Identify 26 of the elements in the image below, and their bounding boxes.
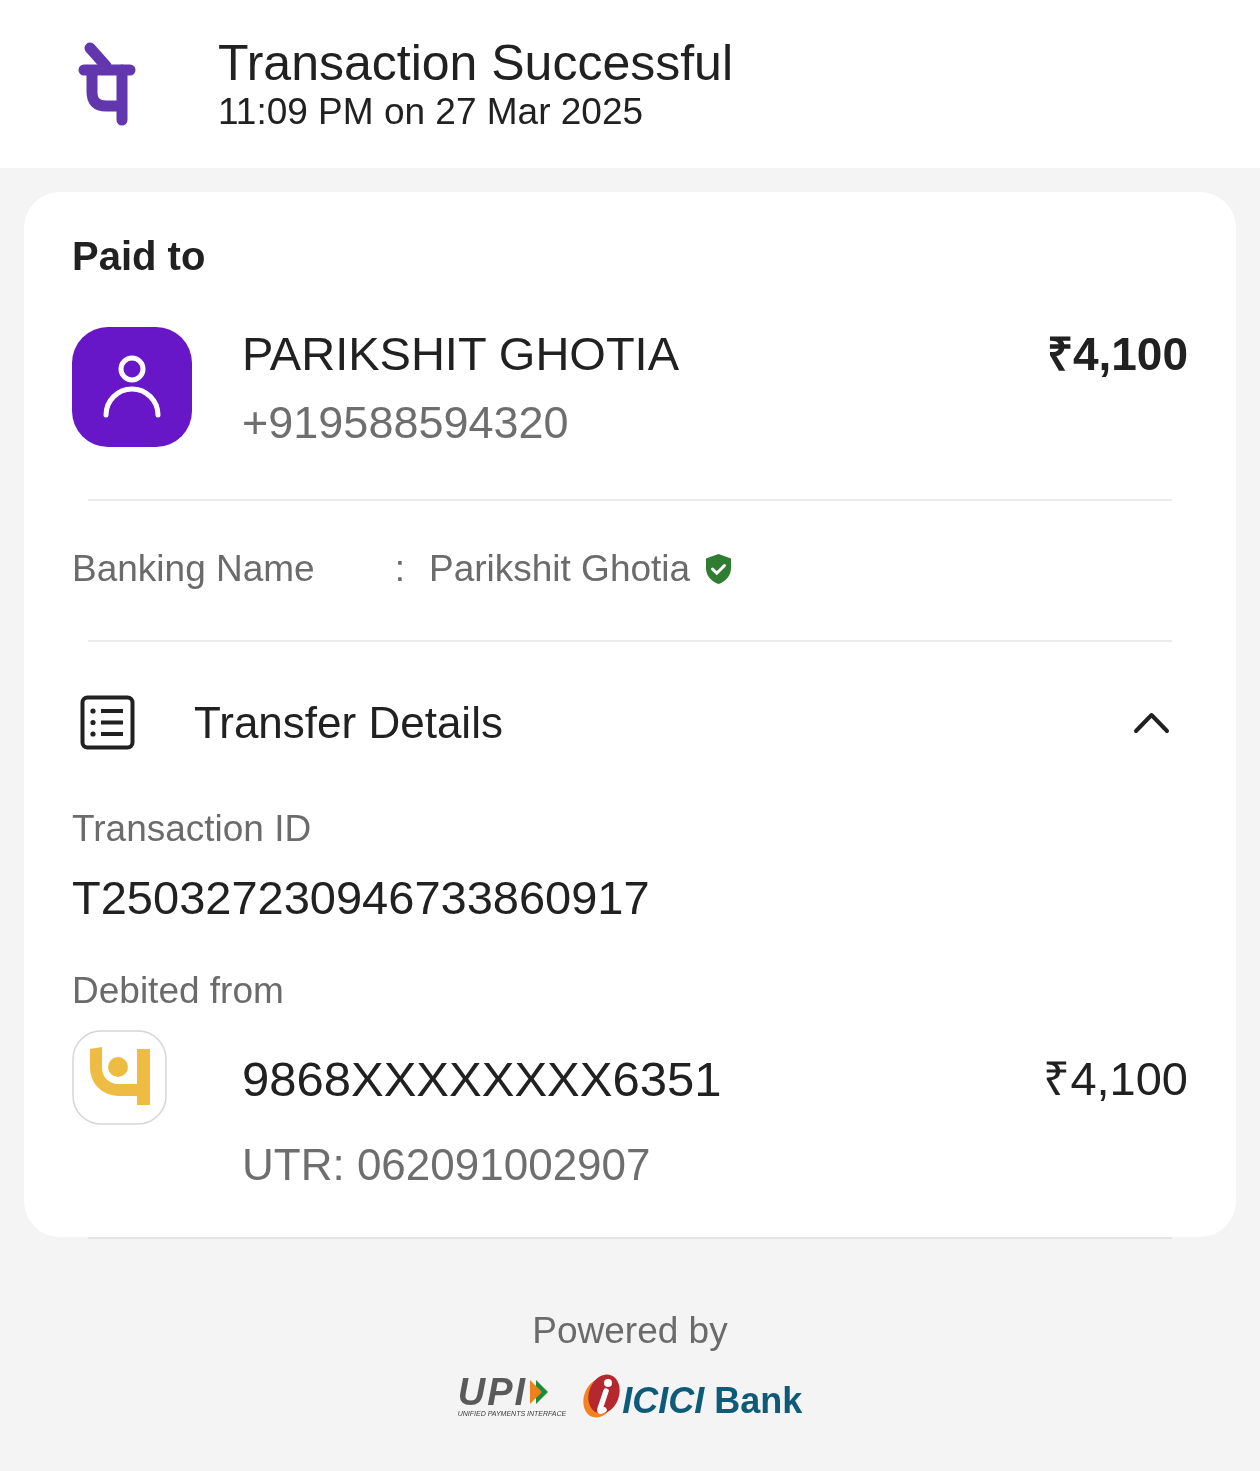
person-icon <box>72 327 192 447</box>
section-title: Transfer Details <box>194 697 503 748</box>
banking-name-value: Parikshit Ghotia <box>428 547 691 591</box>
chevron-up-icon[interactable] <box>1133 711 1170 734</box>
double-arrow-icon <box>529 1378 550 1405</box>
payment-amount: ₹4,100 <box>1046 327 1188 381</box>
debited-from-label: Debited from <box>72 969 284 1013</box>
debited-amount: ₹4,100 <box>1043 1051 1188 1107</box>
bank-emblem-icon <box>580 1372 623 1420</box>
timestamp: 11:09 PM on 27 Mar 2025 <box>218 91 644 133</box>
payee-phone: +919588594320 <box>242 397 569 449</box>
banking-name-label: Banking Name <box>72 547 315 591</box>
payee-name: PARIKSHIT GHOTIA <box>242 327 679 381</box>
powered-by-text: Powered by <box>532 1309 728 1353</box>
bank-logo-text: ICICI Bank <box>622 1381 803 1421</box>
account-number: 9868XXXXXXXX6351 <box>242 1051 722 1107</box>
utr-number: UTR: 062091002907 <box>242 1140 651 1190</box>
transaction-id-label: Transaction ID <box>72 807 312 851</box>
app-logo-icon <box>78 42 136 126</box>
colon-separator: : <box>394 547 405 591</box>
transaction-id-value: T250327230946733860917 <box>72 871 650 925</box>
list-icon <box>80 695 135 750</box>
upi-logo-text: UPI <box>457 1374 528 1409</box>
page-title: Transaction Successful <box>218 35 734 91</box>
section-heading: Paid to <box>72 233 206 279</box>
bank-icon <box>72 1030 167 1125</box>
